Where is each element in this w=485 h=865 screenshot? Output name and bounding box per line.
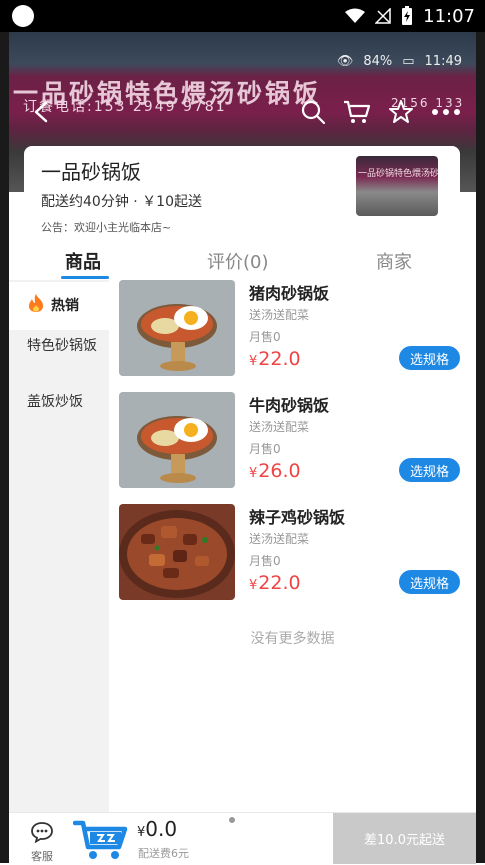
customer-service-label: 客服: [31, 850, 53, 863]
product-description: 送汤送配菜: [249, 420, 310, 434]
shop-name: 一品砂锅饭: [41, 160, 141, 184]
battery-charging-icon: [401, 6, 413, 26]
product-description: 送汤送配菜: [249, 308, 310, 322]
cart-total: ¥0.0: [137, 817, 178, 841]
more-options-icon[interactable]: [429, 98, 463, 126]
fire-icon: [27, 293, 45, 319]
product-image[interactable]: [119, 504, 235, 600]
product-price: ¥22.0: [249, 348, 301, 370]
category-hot-label: 热销: [51, 298, 79, 314]
tab-reviews[interactable]: 评价(0): [207, 248, 269, 274]
product-name: 猪肉砂锅饭: [249, 284, 330, 303]
shop-thumbnail-sign: 一品砂锅特色煨汤砂锅饭: [358, 169, 438, 179]
shop-notice: 公告：欢迎小主光临本店~: [41, 221, 172, 234]
product-name: 辣子鸡砂锅饭: [249, 508, 346, 527]
tab-merchant[interactable]: 商家: [376, 248, 412, 274]
product-image[interactable]: [119, 392, 235, 488]
delivery-fee: 配送费6元: [138, 847, 189, 860]
product-list: 猪肉砂锅饭 送汤送配菜 月售0 ¥22.0 选规格 牛肉砂锅饭 送汤送配菜 月售…: [109, 280, 476, 812]
wifi-icon: [345, 8, 366, 24]
shop-tabs: 商品 评价(0) 商家: [9, 240, 476, 280]
product-monthly-sales: 月售0: [249, 554, 281, 568]
shop-delivery-info: 配送约40分钟 · ￥10起送: [41, 194, 202, 210]
no-signal-icon: [375, 8, 391, 24]
page-indicator-dot: [229, 817, 235, 823]
product-monthly-sales: 月售0: [249, 442, 281, 456]
shopping-cart-icon[interactable]: [72, 817, 129, 861]
product-image[interactable]: [119, 280, 235, 376]
no-more-data-text: 没有更多数据: [250, 631, 335, 647]
product-price: ¥22.0: [249, 572, 301, 594]
tab-products[interactable]: 商品: [65, 248, 101, 274]
active-tab-indicator: [61, 276, 109, 279]
product-monthly-sales: 月售0: [249, 330, 281, 344]
photo-battery-icon: ▭: [402, 53, 415, 69]
shop-info-card: 一品砂锅饭 配送约40分钟 · ￥10起送 公告：欢迎小主光临本店~ 一品砂锅特…: [24, 146, 460, 246]
select-spec-button[interactable]: 选规格: [399, 570, 460, 594]
chat-bubble-icon: [30, 822, 54, 847]
product-card[interactable]: 牛肉砂锅饭 送汤送配菜 月售0 ¥26.0 选规格: [109, 392, 476, 492]
product-description: 送汤送配菜: [249, 532, 310, 546]
select-spec-button[interactable]: 选规格: [399, 458, 460, 482]
notification-dot-icon: [12, 5, 34, 27]
product-name: 牛肉砂锅饭: [249, 396, 330, 415]
product-price: ¥26.0: [249, 460, 301, 482]
phone-frame-left: [0, 32, 9, 863]
photo-battery-percent: 84%: [363, 53, 393, 69]
select-spec-button[interactable]: 选规格: [399, 346, 460, 370]
category-sidebar: 热销 特色砂锅饭 盖饭炒饭: [9, 280, 109, 812]
shop-thumbnail[interactable]: 一品砂锅特色煨汤砂锅饭: [356, 156, 438, 216]
top-nav: [9, 94, 476, 128]
phone-frame-right: [476, 32, 485, 863]
system-status-bar: 11:07: [0, 0, 485, 32]
category-hot[interactable]: 热销: [9, 282, 109, 330]
search-icon[interactable]: [299, 98, 327, 126]
cart-icon[interactable]: [343, 98, 371, 126]
photo-time: 11:49: [424, 53, 462, 69]
product-card[interactable]: 猪肉砂锅饭 送汤送配菜 月售0 ¥22.0 选规格: [109, 280, 476, 380]
photo-status-bar: 👁 84% ▭ 11:49: [9, 50, 476, 72]
category-rice-dishes[interactable]: 盖饭炒饭: [9, 392, 109, 412]
system-time: 11:07: [423, 5, 475, 27]
cart-bar: 客服 ¥0.0 配送费6元 差10.0元起送: [9, 812, 476, 864]
product-card[interactable]: 辣子鸡砂锅饭 送汤送配菜 月售0 ¥22.0 选规格: [109, 504, 476, 604]
category-specialty-claypot[interactable]: 特色砂锅饭: [9, 336, 109, 356]
checkout-button[interactable]: 差10.0元起送: [333, 813, 476, 864]
favorite-star-icon[interactable]: [387, 98, 415, 126]
customer-service-button[interactable]: 客服: [27, 821, 57, 864]
back-icon[interactable]: [27, 98, 55, 126]
photo-eye-icon: 👁: [336, 53, 354, 69]
